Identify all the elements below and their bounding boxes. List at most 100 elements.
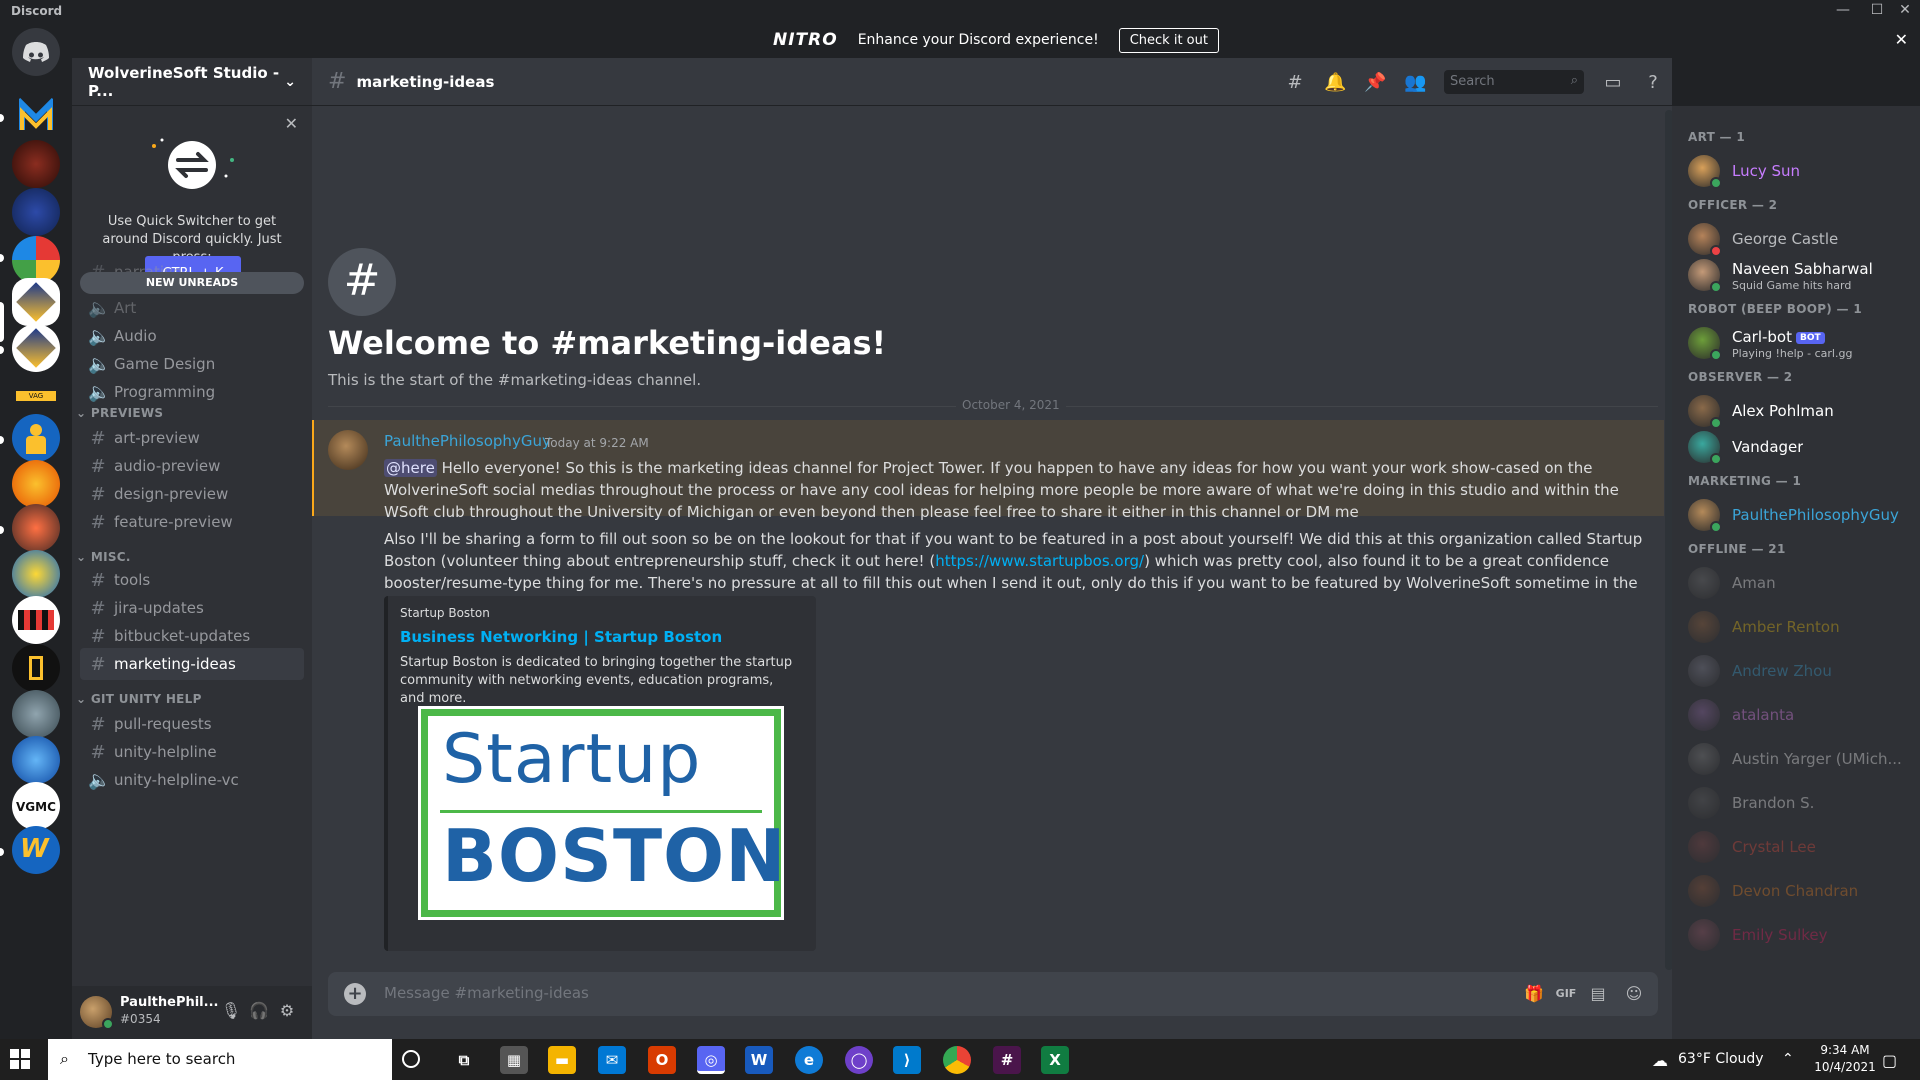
taskbar-search-input[interactable]: ⌕ Type here to search: [48, 1039, 392, 1080]
member-item[interactable]: Austin Yarger (UMich...: [1680, 738, 1912, 780]
server-bloom-icon[interactable]: [12, 140, 60, 188]
new-unreads-pill[interactable]: NEW UNREADS: [80, 272, 304, 294]
member-item[interactable]: Emily Sulkey: [1680, 914, 1912, 956]
member-list-icon[interactable]: 👥: [1404, 72, 1426, 93]
avatar[interactable]: [328, 430, 368, 470]
mail-icon[interactable]: ✉: [598, 1046, 626, 1074]
pin-icon[interactable]: 📌: [1364, 72, 1386, 93]
server-wolverinesoft-icon[interactable]: [12, 278, 60, 326]
member-item[interactable]: Amber Renton: [1680, 606, 1912, 648]
gift-icon[interactable]: 🎁: [1522, 982, 1546, 1006]
embed-title-link[interactable]: Business Networking | Startup Boston: [400, 628, 722, 646]
embed-image[interactable]: Startup BOSTON: [418, 706, 786, 920]
cortana-icon[interactable]: [402, 1050, 420, 1068]
title-bar: Discord — ☐ ✕: [0, 0, 1920, 22]
chrome-icon[interactable]: [943, 1046, 971, 1074]
office-icon[interactable]: O: [648, 1046, 676, 1074]
chevron-up-icon[interactable]: ⌃: [1782, 1051, 1794, 1067]
member-item[interactable]: Naveen Sabharwal Squid Game hits hard: [1680, 254, 1912, 296]
member-item[interactable]: Aman: [1680, 562, 1912, 604]
channel-feature-preview[interactable]: # feature-preview: [80, 506, 304, 538]
member-item[interactable]: Andrew Zhou: [1680, 650, 1912, 692]
inbox-icon[interactable]: ▭: [1602, 72, 1624, 93]
member-item[interactable]: Brandon S.: [1680, 782, 1912, 824]
server-animation-club-icon[interactable]: [12, 188, 60, 236]
server-ws-icon[interactable]: W: [12, 826, 60, 874]
edge-icon[interactable]: e: [795, 1046, 823, 1074]
attach-plus-icon[interactable]: +: [344, 983, 366, 1005]
app-name: Discord: [11, 4, 63, 18]
category-previews[interactable]: ⌄ PREVIEWS: [76, 406, 163, 420]
gear-icon[interactable]: ⚙: [276, 1001, 298, 1023]
file-explorer-icon[interactable]: ▬: [548, 1046, 576, 1074]
word-icon[interactable]: W: [745, 1046, 773, 1074]
mention-here[interactable]: @here: [384, 459, 437, 477]
guild-header[interactable]: WolverineSoft Studio - P... ⌄: [72, 58, 312, 106]
message-author[interactable]: PaulthePhilosophyGuy: [384, 432, 551, 450]
store-icon[interactable]: ▦: [500, 1046, 528, 1074]
server-fire-icon[interactable]: [12, 460, 60, 508]
taskbar-clock[interactable]: 9:34 AM 10/4/2021: [1810, 1042, 1880, 1076]
member-item[interactable]: Devon Chandran: [1680, 870, 1912, 912]
member-name: Devon Chandran: [1732, 882, 1858, 900]
member-item[interactable]: Carl-bot BOT Playing !help - carl.gg: [1680, 322, 1912, 364]
member-item[interactable]: Lucy Sun: [1680, 150, 1912, 192]
emoji-icon[interactable]: ☺: [1622, 982, 1646, 1006]
member-item[interactable]: atalanta: [1680, 694, 1912, 736]
member-name: George Castle: [1732, 230, 1838, 248]
close-icon[interactable]: ✕: [285, 114, 298, 133]
discord-home-icon[interactable]: [12, 28, 60, 76]
channel-label: art-preview: [114, 429, 200, 447]
voice-channel-unity-helpline-vc[interactable]: 🔈 unity-helpline-vc: [80, 764, 304, 796]
excel-icon[interactable]: X: [1041, 1046, 1069, 1074]
quick-switcher-illustration: [152, 138, 234, 189]
hash-icon: #: [90, 597, 106, 619]
server-orange-icon[interactable]: [12, 504, 60, 552]
server-wm-icon[interactable]: [12, 550, 60, 598]
message-link[interactable]: https://www.startupbos.org/: [935, 552, 1144, 570]
discord-taskbar-icon[interactable]: ◎: [697, 1046, 725, 1074]
server-pillar-icon[interactable]: [12, 644, 60, 692]
search-placeholder: Search: [1450, 74, 1495, 89]
bell-icon[interactable]: 🔔: [1324, 72, 1346, 93]
server-wolverinesoft2-icon[interactable]: [12, 324, 60, 372]
channel-marketing-ideas[interactable]: # marketing-ideas: [80, 648, 304, 680]
server-vgmc-icon[interactable]: VGMC: [12, 782, 60, 830]
vscode-icon[interactable]: ⟩: [893, 1046, 921, 1074]
channel-label: unity-helpline-vc: [114, 771, 239, 789]
help-icon[interactable]: ?: [1642, 72, 1664, 93]
server-m-icon[interactable]: [12, 92, 60, 140]
server-vag-icon[interactable]: VAG: [12, 372, 60, 420]
github-icon[interactable]: ◯: [845, 1046, 873, 1074]
member-item[interactable]: Vandager: [1680, 426, 1912, 468]
microphone-icon[interactable]: 🎙: [220, 1001, 242, 1023]
server-colorful-icon[interactable]: [12, 236, 60, 284]
notifications-icon[interactable]: ▢: [1882, 1051, 1897, 1070]
message-composer[interactable]: + Message #marketing-ideas 🎁 GIF ▤ ☺: [328, 972, 1658, 1016]
minimize-icon[interactable]: —: [1826, 0, 1860, 22]
member-item[interactable]: PaulthePhilosophyGuy: [1680, 494, 1912, 536]
category-git-unity-help[interactable]: ⌄ GIT UNITY HELP: [76, 692, 202, 706]
close-icon[interactable]: ✕: [1895, 30, 1908, 49]
threads-icon[interactable]: #: [1284, 72, 1306, 93]
server-robots-icon[interactable]: [12, 596, 60, 644]
close-window-icon[interactable]: ✕: [1888, 0, 1920, 22]
server-vehicle-icon[interactable]: [12, 690, 60, 738]
task-view-icon[interactable]: ⧉: [450, 1046, 478, 1074]
search-input[interactable]: Search ⌕: [1444, 70, 1584, 94]
avatar: [1688, 919, 1720, 951]
sticker-icon[interactable]: ▤: [1586, 982, 1610, 1006]
headphones-icon[interactable]: 🎧: [248, 1001, 270, 1023]
category-misc[interactable]: ⌄ MISC.: [76, 550, 131, 564]
server-figure-icon[interactable]: [12, 414, 60, 462]
windows-start-icon[interactable]: [10, 1049, 30, 1069]
slack-icon[interactable]: #: [993, 1046, 1021, 1074]
voice-channel-programming[interactable]: 🔈 Programming: [80, 376, 304, 408]
nitro-cta-button[interactable]: Check it out: [1118, 27, 1219, 53]
member-name-text: Vandager: [1732, 438, 1804, 456]
member-item[interactable]: Crystal Lee: [1680, 826, 1912, 868]
member-activity: Playing !help - carl.gg: [1732, 347, 1853, 360]
weather-text[interactable]: 63°F Cloudy: [1678, 1051, 1764, 1067]
server-landscape-icon[interactable]: [12, 736, 60, 784]
gif-icon[interactable]: GIF: [1554, 982, 1578, 1006]
